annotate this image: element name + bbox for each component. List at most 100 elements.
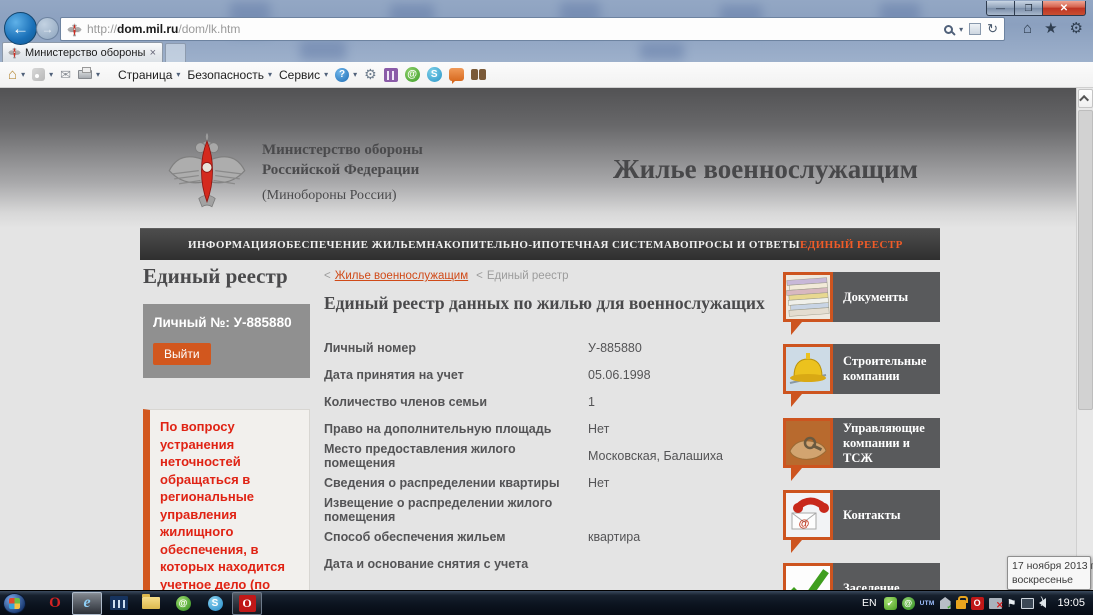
nav-item-mortgage-system[interactable]: НАКОПИТЕЛЬНО-ИПОТЕЧНАЯ СИСТЕМА (427, 239, 673, 251)
row-value: У-885880 (588, 341, 774, 355)
table-row: Право на дополнительную площадьНет (324, 415, 774, 442)
taskbar-skype[interactable]: S (200, 592, 230, 615)
read-mail-button[interactable]: ✉ (60, 67, 71, 83)
action-center-flag-icon[interactable]: ⚑ (1007, 597, 1017, 610)
personal-number: Личный №: У-885880 (153, 315, 300, 330)
tab-close-icon[interactable]: × (149, 47, 157, 59)
tile-tail (791, 322, 802, 335)
nav-item-registry[interactable]: ЕДИНЫЙ РЕЕСТР (800, 239, 903, 251)
icq-icon: @ (176, 596, 191, 611)
binoculars-icon (471, 69, 486, 80)
help-menu-button[interactable]: ?▾ (335, 68, 357, 82)
sidebar-button-contacts[interactable]: Контакты (783, 490, 940, 553)
documents-photo-icon (783, 272, 833, 322)
settings-tool-button[interactable]: ⚙ (364, 66, 377, 83)
row-label: Дата принятия на учет (324, 368, 588, 382)
taskbar-app[interactable] (104, 592, 134, 615)
sidebar-button-construction[interactable]: Строительные компании (783, 344, 940, 407)
checkmark-photo-icon (783, 563, 833, 590)
tooltip-weekday: воскресенье (1012, 573, 1086, 587)
search-dropdown-icon[interactable]: ▾ (959, 25, 963, 34)
network-icon[interactable] (1021, 598, 1034, 609)
taskbar-opera[interactable]: O (40, 592, 70, 615)
taskbar-icq[interactable]: @ (168, 592, 198, 615)
search-icon[interactable] (944, 25, 953, 34)
breadcrumb-link-housing[interactable]: Жилье военнослужащим (335, 270, 468, 282)
nav-item-questions[interactable]: ВОПРОСЫ И ОТВЕТЫ (672, 239, 800, 251)
url-text[interactable]: http://dom.mil.ru/dom/lk.htm (87, 22, 944, 36)
skype-icon: S (427, 67, 442, 82)
sidebar-button-movein[interactable]: Заселение (783, 563, 940, 590)
rss-menu-button[interactable]: ▾ (32, 68, 53, 81)
row-value: 05.06.1998 (588, 368, 774, 382)
lock-icon[interactable] (956, 600, 966, 609)
address-bar[interactable]: http://dom.mil.ru/dom/lk.htm ▾ ↻ (60, 17, 1005, 41)
taskbar-opera-running[interactable]: O (232, 592, 262, 615)
nav-item-housing[interactable]: ОБЕСПЕЧЕНИЕ ЖИЛЬЕМ (277, 239, 426, 251)
favorites-star-icon[interactable]: ★ (1044, 19, 1057, 37)
service-menu[interactable]: Сервис▾ (279, 68, 328, 82)
logout-button[interactable]: Выйти (153, 343, 211, 365)
translate-tool-button[interactable]: S (427, 67, 442, 82)
stats-tool-button[interactable] (384, 68, 398, 82)
page-menu[interactable]: Страница▾ (118, 68, 180, 82)
settings-gear-icon[interactable]: ⚙ (1070, 19, 1083, 37)
row-label: Место предоставления жилого помещения (324, 442, 588, 470)
sidebar-button-management[interactable]: Управляющие компании и ТСЖ (783, 418, 940, 481)
start-button[interactable] (3, 593, 26, 614)
speaker-icon[interactable] (1039, 598, 1046, 608)
scroll-up-button[interactable] (1078, 89, 1093, 108)
taskbar-clock[interactable]: 19:05 (1057, 597, 1085, 609)
main-navigation: ИНФОРМАЦИЯ ОБЕСПЕЧЕНИЕ ЖИЛЬЕМ НАКОПИТЕЛЬ… (140, 228, 940, 260)
sidebar-button-documents[interactable]: Документы (783, 272, 940, 335)
row-value: 1 (588, 395, 774, 409)
site-favicon-icon (67, 22, 82, 37)
opera-tray-icon[interactable]: O (971, 597, 984, 610)
opera-icon: O (49, 595, 61, 612)
network-error-icon[interactable] (989, 598, 1002, 609)
close-button[interactable]: ✕ (1043, 1, 1086, 16)
language-indicator[interactable]: EN (862, 597, 877, 609)
back-button[interactable]: ← (4, 12, 37, 45)
row-value: квартира (588, 530, 774, 544)
scrollbar-thumb[interactable] (1078, 110, 1093, 410)
browser-tab[interactable]: Министерство обороны Р... × (2, 42, 163, 62)
screen: — ❐ ✕ ← → http://dom.mil.ru/dom/lk.htm ▾… (0, 0, 1093, 615)
antivirus-icon[interactable]: ✔ (884, 597, 897, 610)
nav-item-information[interactable]: ИНФОРМАЦИЯ (188, 239, 277, 251)
utm-icon[interactable]: UTM (920, 600, 935, 607)
security-menu[interactable]: Безопасность▾ (187, 68, 272, 82)
breadcrumb: <Жилье военнослужащим<Единый реестр (324, 270, 569, 282)
table-row: Количество членов семьи1 (324, 388, 774, 415)
icq-icon: @ (405, 67, 420, 82)
home-icon[interactable]: ⌂ (1023, 20, 1032, 37)
tile-tail (791, 468, 802, 481)
chat-tool-button[interactable] (449, 68, 464, 81)
tile-tail (791, 540, 802, 553)
table-row: Способ обеспечения жильемквартира (324, 523, 774, 550)
print-menu-button[interactable]: ▾ (78, 70, 100, 79)
tile-label: Заселение (833, 563, 940, 590)
compatibility-view-icon[interactable] (969, 23, 981, 35)
new-tab-button[interactable] (165, 43, 186, 62)
minimize-button[interactable]: — (986, 1, 1015, 16)
tile-label: Контакты (833, 490, 940, 540)
home-menu-button[interactable]: ⌂▾ (8, 66, 25, 83)
table-row: Место предоставления жилого помещенияМос… (324, 442, 774, 469)
help-icon: ? (335, 68, 349, 82)
usb-device-icon[interactable] (940, 597, 951, 609)
vertical-scrollbar[interactable] (1076, 88, 1093, 590)
forward-button[interactable]: → (36, 17, 59, 40)
taskbar-internet-explorer[interactable]: e (72, 592, 102, 615)
taskbar-explorer[interactable] (136, 592, 166, 615)
refresh-icon[interactable]: ↻ (987, 21, 998, 37)
icq-tray-icon[interactable]: @ (902, 597, 915, 610)
table-row: Дата принятия на учет05.06.1998 (324, 361, 774, 388)
icq-tool-button[interactable]: @ (405, 67, 420, 82)
find-tool-button[interactable] (471, 69, 486, 80)
warning-text: По вопросу устранения неточностей обраща… (160, 418, 301, 590)
maximize-button[interactable]: ❐ (1015, 1, 1043, 16)
ie-icon: e (83, 594, 90, 612)
row-value: Нет (588, 422, 774, 436)
site-header: Министерство обороны Российской Федераци… (140, 88, 940, 228)
